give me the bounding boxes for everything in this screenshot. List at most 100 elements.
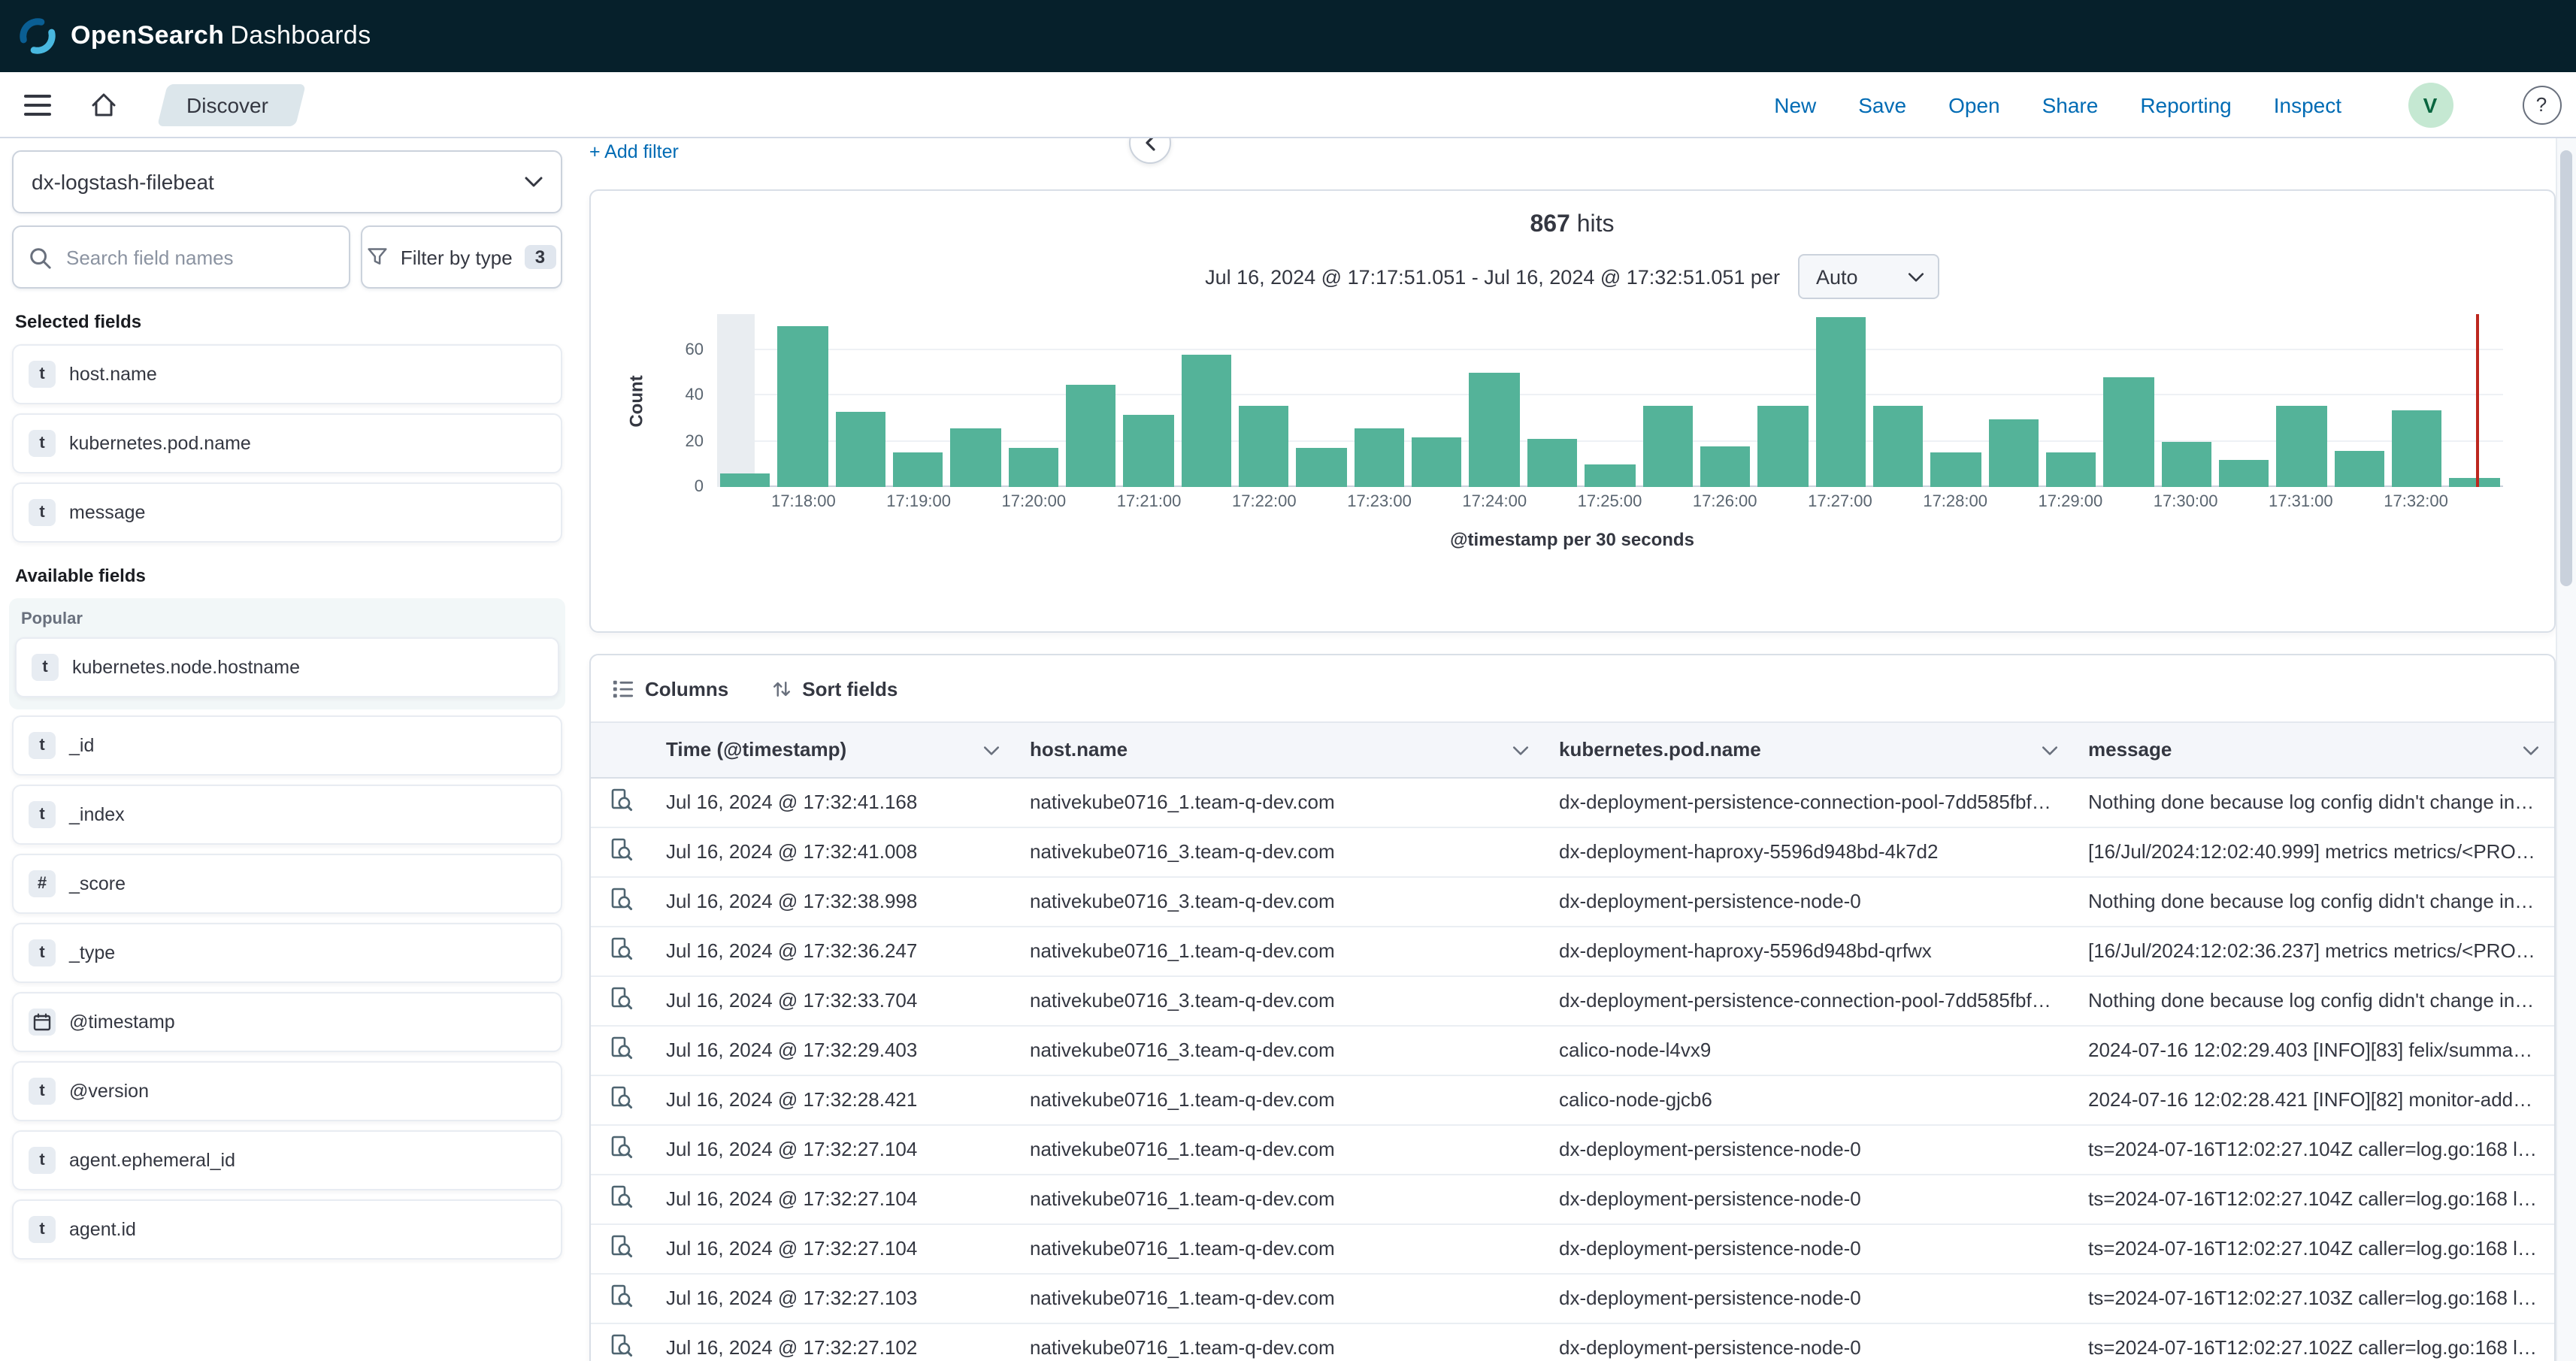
- histogram-bar-17:29:00[interactable]: [2046, 453, 2096, 487]
- inspect-document-icon[interactable]: [591, 1124, 651, 1174]
- inspect-document-icon[interactable]: [591, 827, 651, 876]
- app-header: OpenSearchDashboards: [0, 0, 2576, 72]
- histogram-bar-17:28:00[interactable]: [1930, 453, 1981, 487]
- histogram-bar-17:19:00[interactable]: [893, 453, 943, 487]
- table-row: Jul 16, 2024 @ 17:32:38.998nativekube071…: [591, 876, 2553, 926]
- histogram-bar-17:30:30[interactable]: [2219, 460, 2269, 487]
- inspect-document-icon[interactable]: [591, 1075, 651, 1124]
- field-item-message[interactable]: tmessage: [12, 482, 562, 543]
- histogram-bar-17:27:00[interactable]: [1815, 316, 1866, 487]
- chevron-down-icon[interactable]: [2042, 739, 2058, 761]
- column-label: kubernetes.pod.name: [1559, 739, 1761, 761]
- histogram-bar-17:32:00[interactable]: [2392, 410, 2442, 487]
- filter-by-type-button[interactable]: Filter by type 3: [361, 225, 562, 289]
- histogram-bar-17:23:30[interactable]: [1412, 437, 1462, 487]
- popular-fields-list: tkubernetes.node.hostname: [15, 637, 559, 697]
- bars: [717, 314, 2502, 487]
- histogram-bar-17:19:30[interactable]: [951, 428, 1001, 487]
- opensearch-logo[interactable]: OpenSearchDashboards: [18, 17, 371, 56]
- histogram-bar-17:31:00[interactable]: [2277, 405, 2327, 487]
- time-range-label: Jul 16, 2024 @ 17:17:51.051 - Jul 16, 20…: [1205, 265, 1780, 288]
- avatar[interactable]: V: [2408, 82, 2453, 127]
- histogram-bar-17:25:30[interactable]: [1642, 405, 1693, 487]
- histogram-bar-17:28:30[interactable]: [1988, 419, 2039, 487]
- histogram-bar-17:18:00[interactable]: [778, 325, 828, 487]
- field-item-agent.ephemeral_id[interactable]: tagent.ephemeral_id: [12, 1130, 562, 1190]
- histogram-bar-17:31:30[interactable]: [2334, 451, 2384, 487]
- chevron-down-icon[interactable]: [1512, 739, 1529, 761]
- histogram-bar-17:24:00[interactable]: [1470, 374, 1520, 487]
- home-button[interactable]: [81, 82, 126, 127]
- columns-button[interactable]: Columns: [612, 677, 728, 700]
- scrollbar-thumb[interactable]: [2560, 150, 2572, 586]
- inspect-document-icon[interactable]: [591, 1323, 651, 1361]
- vertical-scrollbar[interactable]: [2555, 138, 2576, 1361]
- time-cell: Jul 16, 2024 @ 17:32:41.008: [651, 827, 1015, 876]
- field-item-@version[interactable]: t@version: [12, 1061, 562, 1121]
- pod-cell: dx-deployment-persistence-node-0: [1544, 876, 2073, 926]
- inspect-document-icon[interactable]: [591, 1025, 651, 1075]
- histogram-bar-17:27:30[interactable]: [1873, 405, 1924, 487]
- field-item-_index[interactable]: t_index: [12, 785, 562, 845]
- histogram-bar-17:29:30[interactable]: [2104, 378, 2154, 487]
- histogram-bar-17:20:00[interactable]: [1008, 449, 1058, 487]
- inspect-document-icon[interactable]: [591, 1174, 651, 1223]
- x-tick-label: 17:30:00: [2154, 493, 2218, 511]
- column-header-kubernetes.pod.name[interactable]: kubernetes.pod.name: [1544, 723, 2073, 777]
- histogram-bar-17:26:00[interactable]: [1700, 446, 1751, 487]
- field-item-kubernetes.node.hostname[interactable]: tkubernetes.node.hostname: [15, 637, 559, 697]
- message-cell: [16/Jul/2024:12:02:36.237] metrics metri…: [2073, 926, 2553, 975]
- histogram-bar-17:20:30[interactable]: [1066, 385, 1116, 487]
- field-item-kubernetes.pod.name[interactable]: tkubernetes.pod.name: [12, 413, 562, 473]
- nav-action-inspect[interactable]: Inspect: [2274, 92, 2341, 116]
- help-icon[interactable]: ?: [2522, 85, 2561, 124]
- histogram-bar-17:22:30[interactable]: [1297, 449, 1347, 487]
- documents-table-panel: Columns Sort fields Time (@timestam: [589, 654, 2555, 1361]
- chevron-down-icon[interactable]: [2522, 739, 2538, 761]
- nav-action-share[interactable]: Share: [2042, 92, 2099, 116]
- histogram-bar-17:23:00[interactable]: [1355, 428, 1405, 487]
- popular-header: Popular: [21, 610, 556, 628]
- field-item-_id[interactable]: t_id: [12, 715, 562, 776]
- histogram-bar-17:21:30[interactable]: [1182, 355, 1232, 488]
- chevron-down-icon[interactable]: [983, 739, 1000, 761]
- histogram-bar-17:21:00[interactable]: [1124, 414, 1174, 487]
- add-filter-button[interactable]: + Add filter: [589, 141, 679, 162]
- field-item-agent.id[interactable]: tagent.id: [12, 1199, 562, 1260]
- field-item-host.name[interactable]: thost.name: [12, 344, 562, 404]
- field-item-@timestamp[interactable]: @timestamp: [12, 992, 562, 1052]
- histogram-bar-17:24:30[interactable]: [1527, 439, 1578, 487]
- x-tick-label: 17:25:00: [1578, 493, 1642, 511]
- x-axis-ticks: 17:18:0017:19:0017:20:0017:21:0017:22:00…: [717, 493, 2502, 517]
- nav-action-save[interactable]: Save: [1858, 92, 1906, 116]
- menu-button[interactable]: [15, 82, 60, 127]
- field-item-_type[interactable]: t_type: [12, 923, 562, 983]
- nav-action-new[interactable]: New: [1774, 92, 1816, 116]
- histogram-bar-17:22:00[interactable]: [1239, 405, 1289, 487]
- sort-fields-button[interactable]: Sort fields: [770, 677, 898, 700]
- nav-action-reporting[interactable]: Reporting: [2140, 92, 2231, 116]
- index-pattern-select[interactable]: dx-logstash-filebeat: [12, 150, 562, 213]
- inspect-document-icon[interactable]: [591, 975, 651, 1025]
- histogram-bar-17:25:00[interactable]: [1585, 464, 1635, 487]
- search-field-names-input[interactable]: [63, 244, 334, 270]
- field-item-_score[interactable]: #_score: [12, 854, 562, 914]
- breadcrumb-discover[interactable]: Discover: [162, 83, 301, 126]
- histogram-bar-17:17:30[interactable]: [720, 473, 770, 487]
- histogram-bar-17:26:30[interactable]: [1757, 405, 1808, 487]
- inspect-document-icon[interactable]: [591, 777, 651, 827]
- column-header-host.name[interactable]: host.name: [1015, 723, 1544, 777]
- column-header-Time (@timestamp)[interactable]: Time (@timestamp): [651, 723, 1015, 777]
- inspect-document-icon[interactable]: [591, 926, 651, 975]
- histogram-bar-17:32:30[interactable]: [2450, 478, 2500, 487]
- inspect-document-icon[interactable]: [591, 876, 651, 926]
- inspect-document-icon[interactable]: [591, 1273, 651, 1323]
- inspect-document-icon[interactable]: [591, 1223, 651, 1273]
- documents-table: Time (@timestamp)host.name kubernetes.pod…: [591, 723, 2553, 1361]
- histogram-bar-17:30:00[interactable]: [2161, 442, 2211, 488]
- nav-action-open[interactable]: Open: [1948, 92, 2000, 116]
- host-cell: nativekube0716_3.team-q-dev.com: [1015, 975, 1544, 1025]
- column-header-message[interactable]: message: [2073, 723, 2553, 777]
- histogram-bar-17:18:30[interactable]: [835, 412, 885, 487]
- interval-select[interactable]: Auto: [1798, 254, 1939, 299]
